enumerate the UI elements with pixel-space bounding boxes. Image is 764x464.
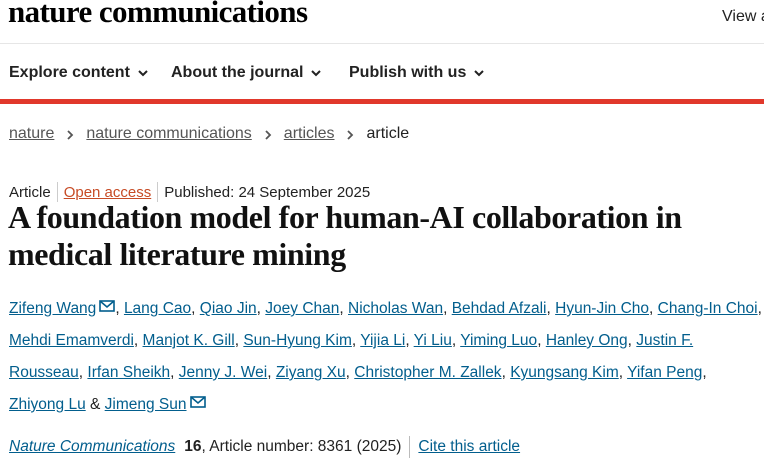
author-link[interactable]: Jenny J. Wei (179, 364, 267, 381)
author-link[interactable]: Sun-Hyung Kim (243, 332, 352, 349)
author-link[interactable]: Irfan Sheikh (87, 364, 170, 381)
author-link[interactable]: Kyungsang Kim (510, 364, 619, 381)
journal-logo[interactable]: nature communications (8, 0, 308, 30)
breadcrumb-current: article (366, 125, 410, 142)
author-separator: , (405, 332, 414, 349)
author-separator: , (133, 332, 143, 349)
volume-number: 16 (184, 438, 202, 455)
chevron-right-icon (345, 128, 355, 140)
author-link[interactable]: Yifan Peng (627, 364, 702, 381)
author-link[interactable]: Zifeng Wang (9, 300, 96, 317)
chevron-right-icon (263, 128, 273, 140)
author-link[interactable]: Mehdi Emamverdi (9, 332, 134, 349)
chevron-right-icon (65, 128, 75, 140)
published-date: Published: 24 September 2025 (164, 183, 371, 201)
author-separator: , (339, 300, 349, 317)
author-link[interactable]: Nicholas Wan (348, 300, 443, 317)
author-link[interactable]: Behdad Afzali (452, 300, 547, 317)
author-separator: , (702, 364, 707, 381)
journal-link[interactable]: Nature Communications (9, 438, 175, 456)
author-separator: , (256, 300, 266, 317)
breadcrumb: nature nature communications articles ar… (9, 125, 409, 143)
site-header: nature communications View a (0, 0, 764, 44)
author-separator: , (501, 364, 511, 381)
author-link[interactable]: Joey Chan (265, 300, 339, 317)
author-and: & (85, 396, 105, 413)
breadcrumb-articles[interactable]: articles (284, 125, 335, 143)
header-accent-bar (0, 99, 764, 104)
author-link[interactable]: Hanley Ong (546, 332, 628, 349)
author-separator: , (537, 332, 546, 349)
author-link[interactable]: Zhiyong Lu (9, 396, 86, 413)
author-separator: , (757, 300, 762, 317)
author-link[interactable]: Manjot K. Gill (143, 332, 235, 349)
author-separator: , (267, 364, 276, 381)
nav-about-journal-label: About the journal (171, 64, 304, 81)
breadcrumb-nature[interactable]: nature (9, 125, 54, 143)
author-link[interactable]: Yijia Li (360, 332, 405, 349)
author-list: Zifeng Wang, Lang Cao, Qiao Jin, Joey Ch… (9, 293, 764, 421)
view-journal-link[interactable]: View a (722, 8, 764, 26)
author-separator: , (191, 300, 200, 317)
open-access-link[interactable]: Open access (64, 184, 152, 201)
author-separator: , (451, 332, 461, 349)
author-separator: , (443, 300, 452, 317)
article-type: Article (9, 183, 51, 201)
mail-icon[interactable] (99, 300, 116, 312)
chevron-down-icon (137, 67, 149, 79)
author-link[interactable]: Ziyang Xu (276, 364, 346, 381)
author-link[interactable]: Hyun-Jin Cho (555, 300, 649, 317)
author-separator: , (618, 364, 628, 381)
author-link[interactable]: Qiao Jin (200, 300, 257, 317)
author-link[interactable]: Jimeng Sun (105, 396, 187, 413)
nav-explore-content-label: Explore content (9, 64, 130, 81)
author-link[interactable]: Yiming Luo (460, 332, 537, 349)
author-separator: , (546, 300, 556, 317)
author-link[interactable]: Lang Cao (124, 300, 191, 317)
article-title: A foundation model for human-AI collabor… (8, 199, 682, 272)
author-separator: , (627, 332, 637, 349)
author-link[interactable]: Christopher M. Zallek (354, 364, 501, 381)
nav-publish-with-us[interactable]: Publish with us (349, 64, 485, 82)
mail-icon[interactable] (189, 396, 206, 408)
author-link[interactable]: Chang-In Choi (658, 300, 758, 317)
author-separator: , (345, 364, 355, 381)
nav-about-journal[interactable]: About the journal (171, 64, 322, 82)
citation-divider (409, 436, 411, 458)
author-separator: , (115, 300, 124, 317)
article-number: , Article number: 8361 (2025) (201, 438, 402, 455)
nav-explore-content[interactable]: Explore content (9, 64, 149, 82)
author-separator: , (649, 300, 658, 317)
cite-this-article-link[interactable]: Cite this article (418, 438, 520, 456)
chevron-down-icon (310, 67, 322, 79)
citation: Nature Communications 16 , Article numbe… (9, 436, 520, 458)
main-nav: Explore content About the journal Publis… (0, 44, 764, 99)
nav-publish-with-us-label: Publish with us (349, 64, 467, 81)
chevron-down-icon (473, 67, 485, 79)
author-separator: , (170, 364, 179, 381)
author-separator: , (351, 332, 361, 349)
breadcrumb-nature-communications[interactable]: nature communications (86, 125, 251, 143)
author-link[interactable]: Yi Liu (414, 332, 452, 349)
